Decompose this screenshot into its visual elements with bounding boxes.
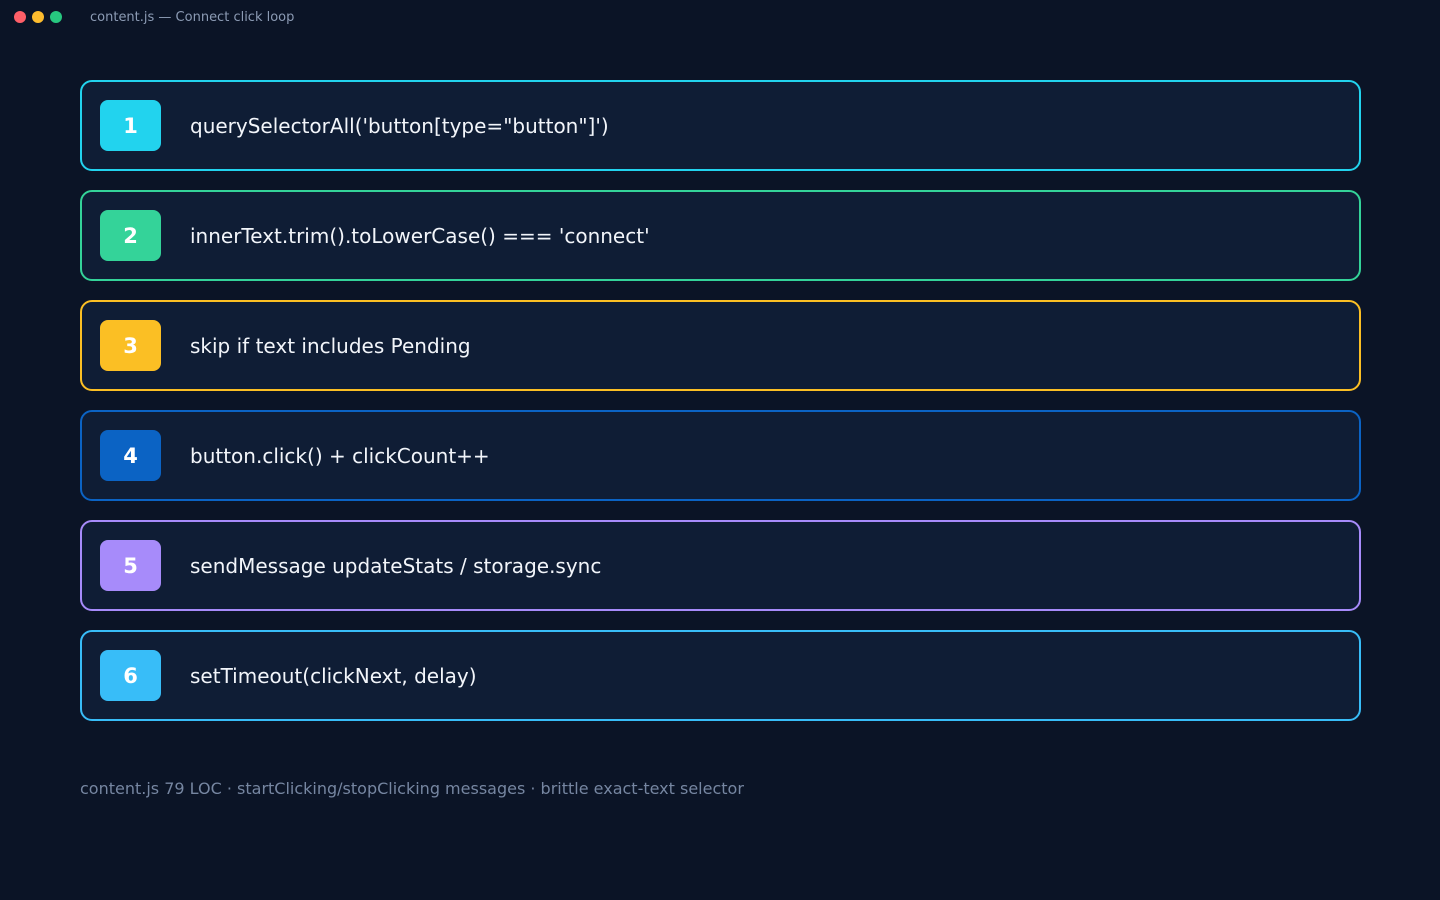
step-number-badge: 2	[100, 210, 161, 261]
step-label: button.click() + clickCount++	[190, 444, 490, 468]
step-label: querySelectorAll('button[type="button"]'…	[190, 114, 609, 138]
step-card-2: 2 innerText.trim().toLowerCase() === 'co…	[80, 190, 1361, 281]
footer-note: content.js 79 LOC · startClicking/stopCl…	[80, 779, 744, 798]
step-card-4: 4 button.click() + clickCount++	[80, 410, 1361, 501]
window-title: content.js — Connect click loop	[90, 10, 295, 25]
step-label: skip if text includes Pending	[190, 334, 471, 358]
step-number-badge: 6	[100, 650, 161, 701]
steps-list: 1 querySelectorAll('button[type="button"…	[80, 80, 1361, 740]
step-label: innerText.trim().toLowerCase() === 'conn…	[190, 224, 650, 248]
step-label: sendMessage updateStats / storage.sync	[190, 554, 602, 578]
step-number-badge: 4	[100, 430, 161, 481]
step-card-6: 6 setTimeout(clickNext, delay)	[80, 630, 1361, 721]
step-label: setTimeout(clickNext, delay)	[190, 664, 477, 688]
step-number-badge: 1	[100, 100, 161, 151]
title-bar: content.js — Connect click loop	[0, 0, 1440, 36]
step-card-5: 5 sendMessage updateStats / storage.sync	[80, 520, 1361, 611]
minimize-window-icon[interactable]	[32, 11, 44, 23]
maximize-window-icon[interactable]	[50, 11, 62, 23]
step-number-badge: 5	[100, 540, 161, 591]
close-window-icon[interactable]	[14, 11, 26, 23]
step-card-1: 1 querySelectorAll('button[type="button"…	[80, 80, 1361, 171]
step-card-3: 3 skip if text includes Pending	[80, 300, 1361, 391]
step-number-badge: 3	[100, 320, 161, 371]
